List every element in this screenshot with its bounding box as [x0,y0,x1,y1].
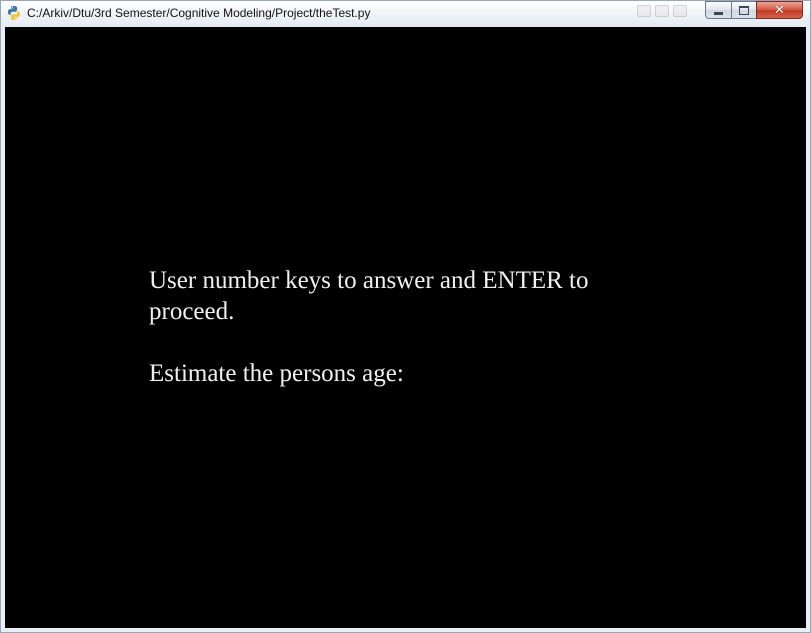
minimize-icon [714,11,723,15]
python-icon [8,6,20,20]
instructions-block: User number keys to answer and ENTER to … [149,265,649,389]
title-bar[interactable]: C:/Arkiv/Dtu/3rd Semester/Cognitive Mode… [1,1,810,26]
app-window: C:/Arkiv/Dtu/3rd Semester/Cognitive Mode… [0,0,811,633]
close-button[interactable]: ✕ [756,1,803,19]
minimize-button[interactable] [705,1,732,19]
maximize-button[interactable] [731,1,757,19]
age-prompt: Estimate the persons age: [149,360,404,387]
maximize-icon [739,5,749,15]
background-window-controls [637,4,703,18]
window-title: C:/Arkiv/Dtu/3rd Semester/Cognitive Mode… [27,6,371,20]
instruction-text: User number keys to answer and ENTER to … [149,267,589,325]
test-canvas[interactable]: User number keys to answer and ENTER to … [5,27,806,628]
close-icon: ✕ [774,2,785,18]
